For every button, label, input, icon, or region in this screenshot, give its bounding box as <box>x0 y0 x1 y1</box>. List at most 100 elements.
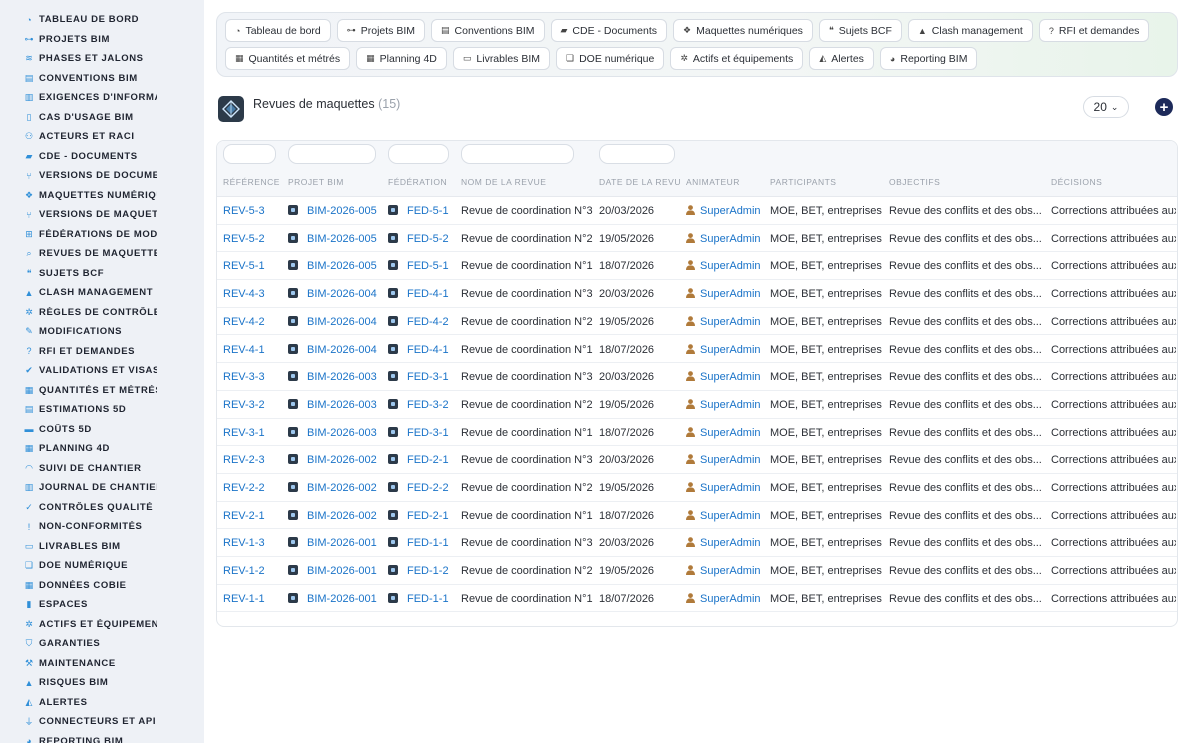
cell-project-link[interactable]: BIM-2026-002 <box>288 509 383 522</box>
cell-reference-link[interactable]: REV-2-1 <box>223 510 283 522</box>
federation-link-text[interactable]: FED-2-2 <box>407 482 449 494</box>
reference-link-text[interactable]: REV-2-2 <box>223 482 265 494</box>
sidebar-item[interactable]: ✲ RÈGLES DE CONTRÔLE <box>0 303 204 323</box>
column-header[interactable]: DATE DE LA REVUE <box>599 177 681 187</box>
federation-link-text[interactable]: FED-5-2 <box>407 233 449 245</box>
cell-federation-link[interactable]: FED-4-1 <box>388 288 456 300</box>
sidebar-item[interactable]: ▥ JOURNAL DE CHANTIER <box>0 478 204 498</box>
reference-link-text[interactable]: REV-2-1 <box>223 510 265 522</box>
quick-nav-button[interactable]: ✲ Actifs et équipements <box>670 47 804 70</box>
animateur-link-text[interactable]: SuperAdmin <box>700 344 761 356</box>
quick-nav-button[interactable]: ▰ CDE - Documents <box>550 19 668 42</box>
animateur-link-text[interactable]: SuperAdmin <box>700 288 761 300</box>
project-link-text[interactable]: BIM-2026-001 <box>307 537 377 549</box>
column-header[interactable]: PARTICIPANTS <box>770 177 885 187</box>
quick-nav-button[interactable]: ◕ Reporting BIM <box>879 47 978 70</box>
column-header[interactable]: DÉCISIONS <box>1051 177 1176 187</box>
sidebar-item[interactable]: ⑂ VERSIONS DE DOCUMENTS <box>0 166 204 186</box>
cell-federation-link[interactable]: FED-5-1 <box>388 205 456 217</box>
project-link-text[interactable]: BIM-2026-003 <box>307 427 377 439</box>
cell-project-link[interactable]: BIM-2026-003 <box>288 426 383 439</box>
column-header[interactable]: FÉDÉRATION <box>388 177 456 187</box>
cell-project-link[interactable]: BIM-2026-001 <box>288 565 383 577</box>
animateur-link-text[interactable]: SuperAdmin <box>700 565 761 577</box>
sidebar-item[interactable]: ⛉ GARANTIES <box>0 634 204 654</box>
cell-animateur-link[interactable]: SuperAdmin <box>686 454 766 466</box>
cell-reference-link[interactable]: REV-5-2 <box>223 233 283 245</box>
quick-nav-button[interactable]: ▲ Clash management <box>907 19 1033 42</box>
animateur-link-text[interactable]: SuperAdmin <box>700 260 761 272</box>
sidebar-item[interactable]: ❝ SUJETS BCF <box>0 264 204 284</box>
sidebar-item[interactable]: ❖ MAQUETTES NUMÉRIQUES <box>0 186 204 206</box>
sidebar-item[interactable]: ✲ ACTIFS ET ÉQUIPEMENTS <box>0 615 204 635</box>
cell-federation-link[interactable]: FED-1-1 <box>388 592 456 605</box>
sidebar-item[interactable]: ⏚ CONNECTEURS ET API <box>0 712 204 732</box>
reference-link-text[interactable]: REV-5-2 <box>223 233 265 245</box>
cell-project-link[interactable]: BIM-2026-005 <box>288 205 383 217</box>
cell-project-link[interactable]: BIM-2026-003 <box>288 398 383 411</box>
column-header[interactable]: PROJET BIM <box>288 177 383 187</box>
cell-project-link[interactable]: BIM-2026-001 <box>288 537 383 549</box>
sidebar-item[interactable]: ⚒ MAINTENANCE <box>0 654 204 674</box>
project-link-text[interactable]: BIM-2026-004 <box>307 288 377 300</box>
animateur-link-text[interactable]: SuperAdmin <box>700 537 761 549</box>
cell-reference-link[interactable]: REV-1-1 <box>223 593 283 605</box>
column-header[interactable]: OBJECTIFS <box>889 177 1044 187</box>
cell-federation-link[interactable]: FED-3-1 <box>388 426 456 439</box>
cell-animateur-link[interactable]: SuperAdmin <box>686 371 766 383</box>
animateur-link-text[interactable]: SuperAdmin <box>700 593 761 605</box>
animateur-link-text[interactable]: SuperAdmin <box>700 482 761 494</box>
quick-nav-button[interactable]: ❝ Sujets BCF <box>818 19 902 42</box>
cell-animateur-link[interactable]: SuperAdmin <box>686 205 766 217</box>
cell-animateur-link[interactable]: SuperAdmin <box>686 260 766 272</box>
sidebar-item[interactable]: ▦ QUANTITÉS ET MÉTRÉS <box>0 381 204 401</box>
project-link-text[interactable]: BIM-2026-005 <box>307 233 377 245</box>
reference-link-text[interactable]: REV-3-2 <box>223 399 265 411</box>
project-link-text[interactable]: BIM-2026-003 <box>307 371 377 383</box>
sidebar-item[interactable]: ◕ REPORTING BIM <box>0 732 204 743</box>
sidebar-item[interactable]: ≋ PHASES ET JALONS <box>0 49 204 69</box>
quick-nav-button[interactable]: ▦ Quantités et métrés <box>225 47 351 70</box>
reference-link-text[interactable]: REV-1-1 <box>223 593 265 605</box>
column-filter-input[interactable] <box>461 144 574 164</box>
sidebar-item[interactable]: ✎ MODIFICATIONS <box>0 322 204 342</box>
column-filter-input[interactable] <box>223 144 276 164</box>
project-link-text[interactable]: BIM-2026-005 <box>307 205 377 217</box>
federation-link-text[interactable]: FED-5-1 <box>407 205 449 217</box>
column-filter-input[interactable] <box>388 144 449 164</box>
federation-link-text[interactable]: FED-1-2 <box>407 565 449 577</box>
cell-reference-link[interactable]: REV-4-2 <box>223 316 283 328</box>
animateur-link-text[interactable]: SuperAdmin <box>700 233 761 245</box>
cell-project-link[interactable]: BIM-2026-005 <box>288 260 383 272</box>
animateur-link-text[interactable]: SuperAdmin <box>700 427 761 439</box>
quick-nav-button[interactable]: ◔ Tableau de bord <box>225 19 331 42</box>
cell-animateur-link[interactable]: SuperAdmin <box>686 233 766 245</box>
sidebar-item[interactable]: ❏ DOE NUMÉRIQUE <box>0 556 204 576</box>
cell-reference-link[interactable]: REV-1-3 <box>223 537 283 549</box>
add-record-button[interactable]: + <box>1155 98 1173 116</box>
animateur-link-text[interactable]: SuperAdmin <box>700 205 761 217</box>
cell-federation-link[interactable]: FED-2-1 <box>388 454 456 466</box>
cell-federation-link[interactable]: FED-2-2 <box>388 482 456 494</box>
federation-link-text[interactable]: FED-4-2 <box>407 316 449 328</box>
cell-animateur-link[interactable]: SuperAdmin <box>686 399 766 411</box>
cell-reference-link[interactable]: REV-3-3 <box>223 371 283 383</box>
federation-link-text[interactable]: FED-3-1 <box>407 427 449 439</box>
sidebar-item[interactable]: ◔ TABLEAU DE BORD <box>0 10 204 30</box>
project-link-text[interactable]: BIM-2026-001 <box>307 565 377 577</box>
sidebar-item[interactable]: ▤ CONVENTIONS BIM <box>0 69 204 89</box>
project-link-text[interactable]: BIM-2026-004 <box>307 316 377 328</box>
sidebar-item[interactable]: ▥ EXIGENCES D'INFORMATION <box>0 88 204 108</box>
cell-project-link[interactable]: BIM-2026-004 <box>288 343 383 356</box>
sidebar-item[interactable]: ⚇ ACTEURS ET RACI <box>0 127 204 147</box>
cell-reference-link[interactable]: REV-5-3 <box>223 205 283 217</box>
quick-nav-button[interactable]: ❏ DOE numérique <box>556 47 665 70</box>
cell-project-link[interactable]: BIM-2026-003 <box>288 371 383 383</box>
reference-link-text[interactable]: REV-1-2 <box>223 565 265 577</box>
cell-federation-link[interactable]: FED-5-2 <box>388 232 456 245</box>
cell-project-link[interactable]: BIM-2026-005 <box>288 232 383 245</box>
project-link-text[interactable]: BIM-2026-002 <box>307 454 377 466</box>
cell-animateur-link[interactable]: SuperAdmin <box>686 565 766 577</box>
cell-animateur-link[interactable]: SuperAdmin <box>686 593 766 605</box>
column-header[interactable]: ANIMATEUR <box>686 177 766 187</box>
